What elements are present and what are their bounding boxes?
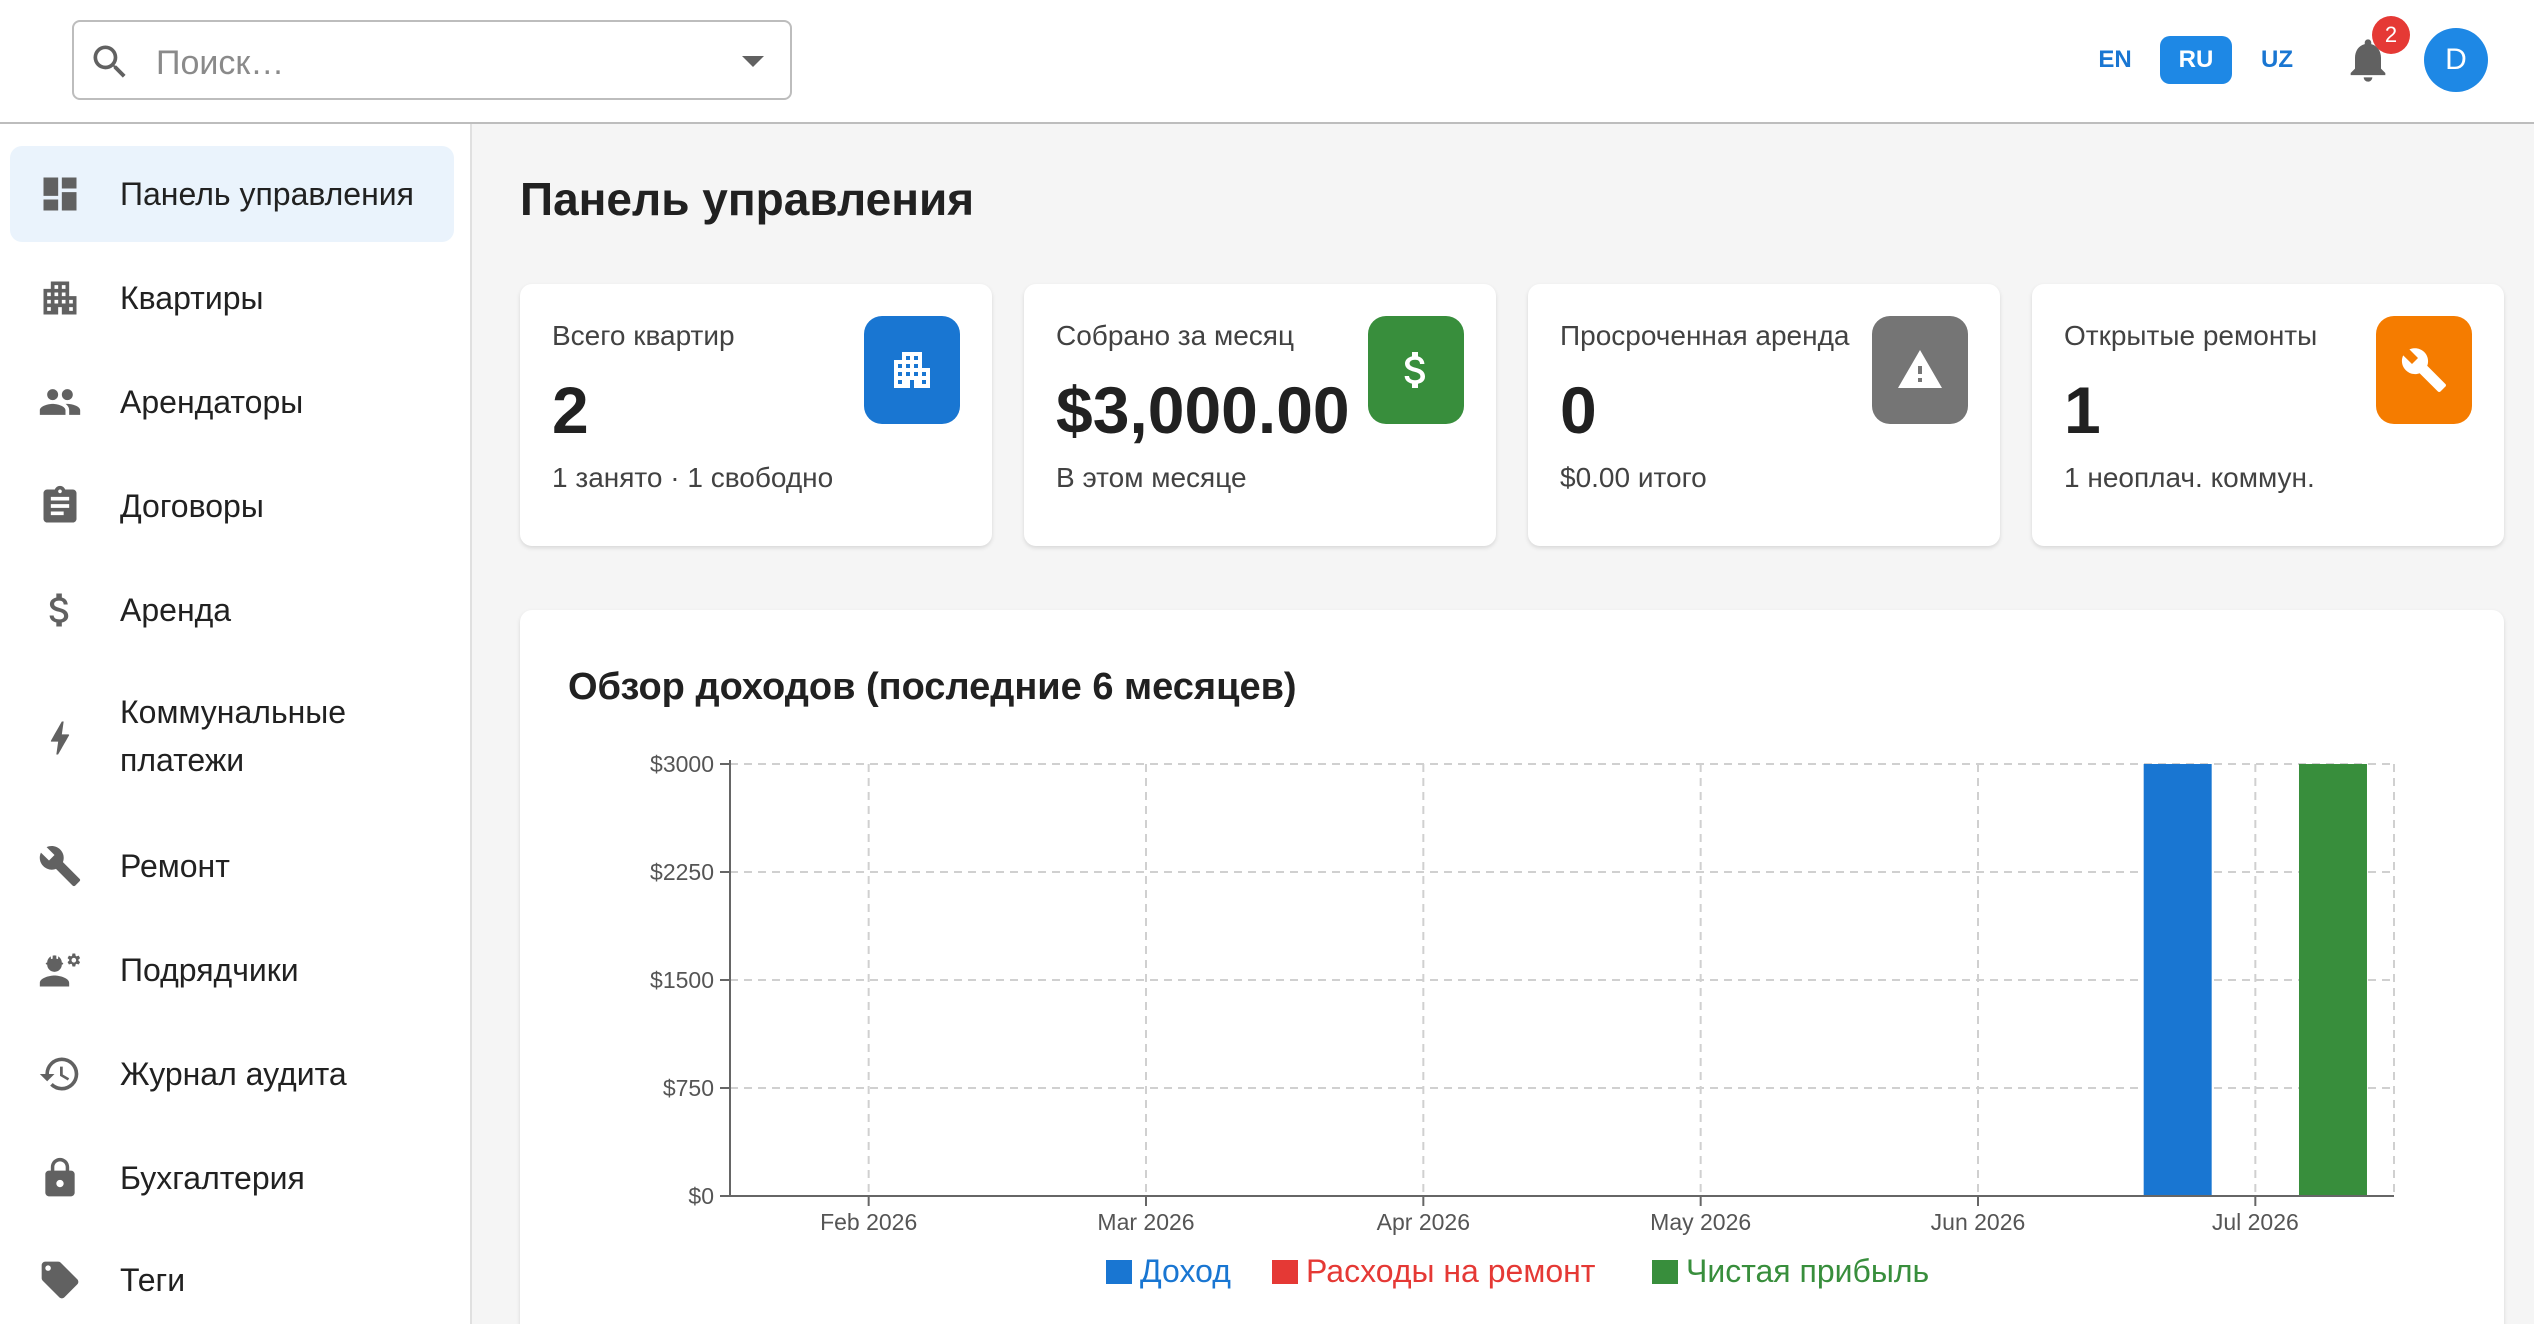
- engineer-icon: [39, 953, 81, 987]
- sidebar-item-label: Панель управления: [120, 176, 414, 212]
- sidebar-item-tags[interactable]: Теги: [10, 1234, 454, 1324]
- chevron-down-icon[interactable]: [742, 56, 764, 67]
- sidebar-item-label: Бухгалтерия: [120, 1160, 305, 1196]
- sidebar-item-dashboard[interactable]: Панель управления: [10, 146, 454, 242]
- sidebar-item-utilities[interactable]: Коммунальные платежи: [10, 666, 454, 810]
- card-icon-box: [1368, 316, 1464, 424]
- warning-icon: [1898, 350, 1942, 388]
- y-tick-label: $750: [663, 1075, 714, 1101]
- card-label: Собрано за месяц: [1056, 320, 1294, 351]
- y-tick-label: $1500: [650, 967, 714, 993]
- card-value: $3,000.00: [1056, 373, 1350, 447]
- card-subtext: 1 занято · 1 свободно: [552, 462, 834, 493]
- wrench-icon: [39, 846, 81, 887]
- sidebar-item-audit-log[interactable]: Журнал аудита: [10, 1026, 454, 1122]
- card-icon-box: [864, 316, 960, 424]
- people-icon: [39, 389, 81, 415]
- sidebar-item-label: Ремонт: [120, 848, 230, 884]
- sidebar-item-label: Теги: [120, 1262, 186, 1298]
- card-icon-box: [2376, 316, 2472, 424]
- user-avatar[interactable]: D: [2424, 28, 2488, 92]
- income-chart-card: Обзор доходов (последние 6 месяцев) $0 $7…: [520, 610, 2504, 1324]
- x-tick-label: May 2026: [1650, 1209, 1751, 1235]
- sidebar: Панель управления Квартиры Арендаторы До…: [0, 124, 472, 1324]
- stat-card-overdue: Просроченная аренда 0 $0.00 итого: [1528, 284, 2000, 546]
- wrench-icon: [2401, 348, 2446, 392]
- stat-card-collected: Собрано за месяц $3,000.00 В этом месяце: [1024, 284, 1496, 546]
- card-subtext: 1 неоплач. коммун.: [2064, 462, 2315, 493]
- legend-label: Чистая прибыль: [1686, 1253, 1929, 1289]
- notification-badge: 2: [2372, 16, 2410, 54]
- sidebar-item-rent[interactable]: Аренда: [10, 562, 454, 658]
- legend-swatch: [1106, 1260, 1132, 1284]
- bar-3: [2298, 764, 2367, 1196]
- sidebar-item-label: Коммунальные: [120, 694, 347, 730]
- lang-en-button[interactable]: EN: [2080, 36, 2150, 84]
- x-tick-label: Apr 2026: [1377, 1209, 1470, 1235]
- dollar-icon: [49, 593, 69, 627]
- sidebar-item-apartments[interactable]: Квартиры: [10, 250, 454, 346]
- x-tick-label: Mar 2026: [1097, 1209, 1194, 1235]
- card-label: Открытые ремонты: [2064, 320, 2318, 351]
- card-subtext: $0.00 итого: [1560, 462, 1707, 493]
- clipboard-icon: [43, 485, 77, 523]
- lock-icon: [45, 1157, 75, 1197]
- stat-card-apartments: Всего квартир 2 1 занято · 1 свободно: [520, 284, 992, 546]
- card-value: 1: [2064, 373, 2101, 447]
- card-icon-box: [1872, 316, 1968, 424]
- sidebar-item-label: Журнал аудита: [120, 1056, 347, 1092]
- sidebar-item-repairs[interactable]: Ремонт: [10, 818, 454, 914]
- legend-label: Расходы на ремонт: [1306, 1253, 1596, 1289]
- page-title: Панель управления: [520, 173, 975, 225]
- bolt-icon: [50, 721, 70, 755]
- sidebar-item-label: Квартиры: [120, 280, 264, 316]
- sidebar-item-accounting[interactable]: Бухгалтерия: [10, 1130, 454, 1226]
- x-tick-label: Jul 2026: [2212, 1209, 2299, 1235]
- card-value: 2: [552, 373, 589, 447]
- legend-swatch: [1652, 1260, 1678, 1284]
- sidebar-item-tenants[interactable]: Арендаторы: [10, 354, 454, 450]
- sidebar-item-label: Подрядчики: [120, 952, 299, 988]
- sidebar-item-label: Аренда: [120, 592, 232, 628]
- search-icon: [93, 45, 126, 78]
- legend-swatch: [1272, 1260, 1298, 1284]
- dashboard-icon: [43, 177, 77, 211]
- dollar-icon: [1404, 352, 1425, 388]
- lang-ru-button[interactable]: RU: [2160, 36, 2232, 84]
- legend-label: Доход: [1140, 1253, 1231, 1289]
- lang-uz-button[interactable]: UZ: [2242, 36, 2312, 84]
- tag-icon: [41, 1261, 79, 1299]
- top-bar: Поиск… EN RU UZ 2 D: [0, 0, 2534, 124]
- card-value: 0: [1560, 373, 1597, 447]
- y-tick-label: $0: [688, 1183, 714, 1209]
- card-label: Просроченная аренда: [1560, 320, 1850, 351]
- stat-card-repairs: Открытые ремонты 1 1 неоплач. коммун.: [2032, 284, 2504, 546]
- income-bar-chart: $0 $750 $1500 $2250 $3000 Feb 2026 Mar 2026 Apr…: [650, 751, 2395, 1289]
- sidebar-item-contractors[interactable]: Подрядчики: [10, 922, 454, 1018]
- x-tick-label: Jun 2026: [1931, 1209, 2026, 1235]
- sidebar-item-label: Договоры: [120, 488, 264, 524]
- bar-1: [2143, 764, 2212, 1196]
- apartment-icon: [894, 352, 930, 388]
- sidebar-item-contracts[interactable]: Договоры: [10, 458, 454, 554]
- x-tick-label: Feb 2026: [820, 1209, 917, 1235]
- search-input[interactable]: Поиск…: [156, 44, 284, 83]
- y-tick-label: $2250: [650, 859, 714, 885]
- card-label: Всего квартир: [552, 320, 735, 351]
- y-tick-label: $3000: [650, 751, 714, 777]
- sidebar-item-label: платежи: [120, 742, 245, 778]
- card-subtext: В этом месяце: [1056, 462, 1247, 493]
- sidebar-item-label: Арендаторы: [120, 384, 304, 420]
- apartment-icon: [43, 281, 77, 315]
- history-icon: [39, 1057, 79, 1091]
- search-box[interactable]: Поиск…: [72, 20, 792, 100]
